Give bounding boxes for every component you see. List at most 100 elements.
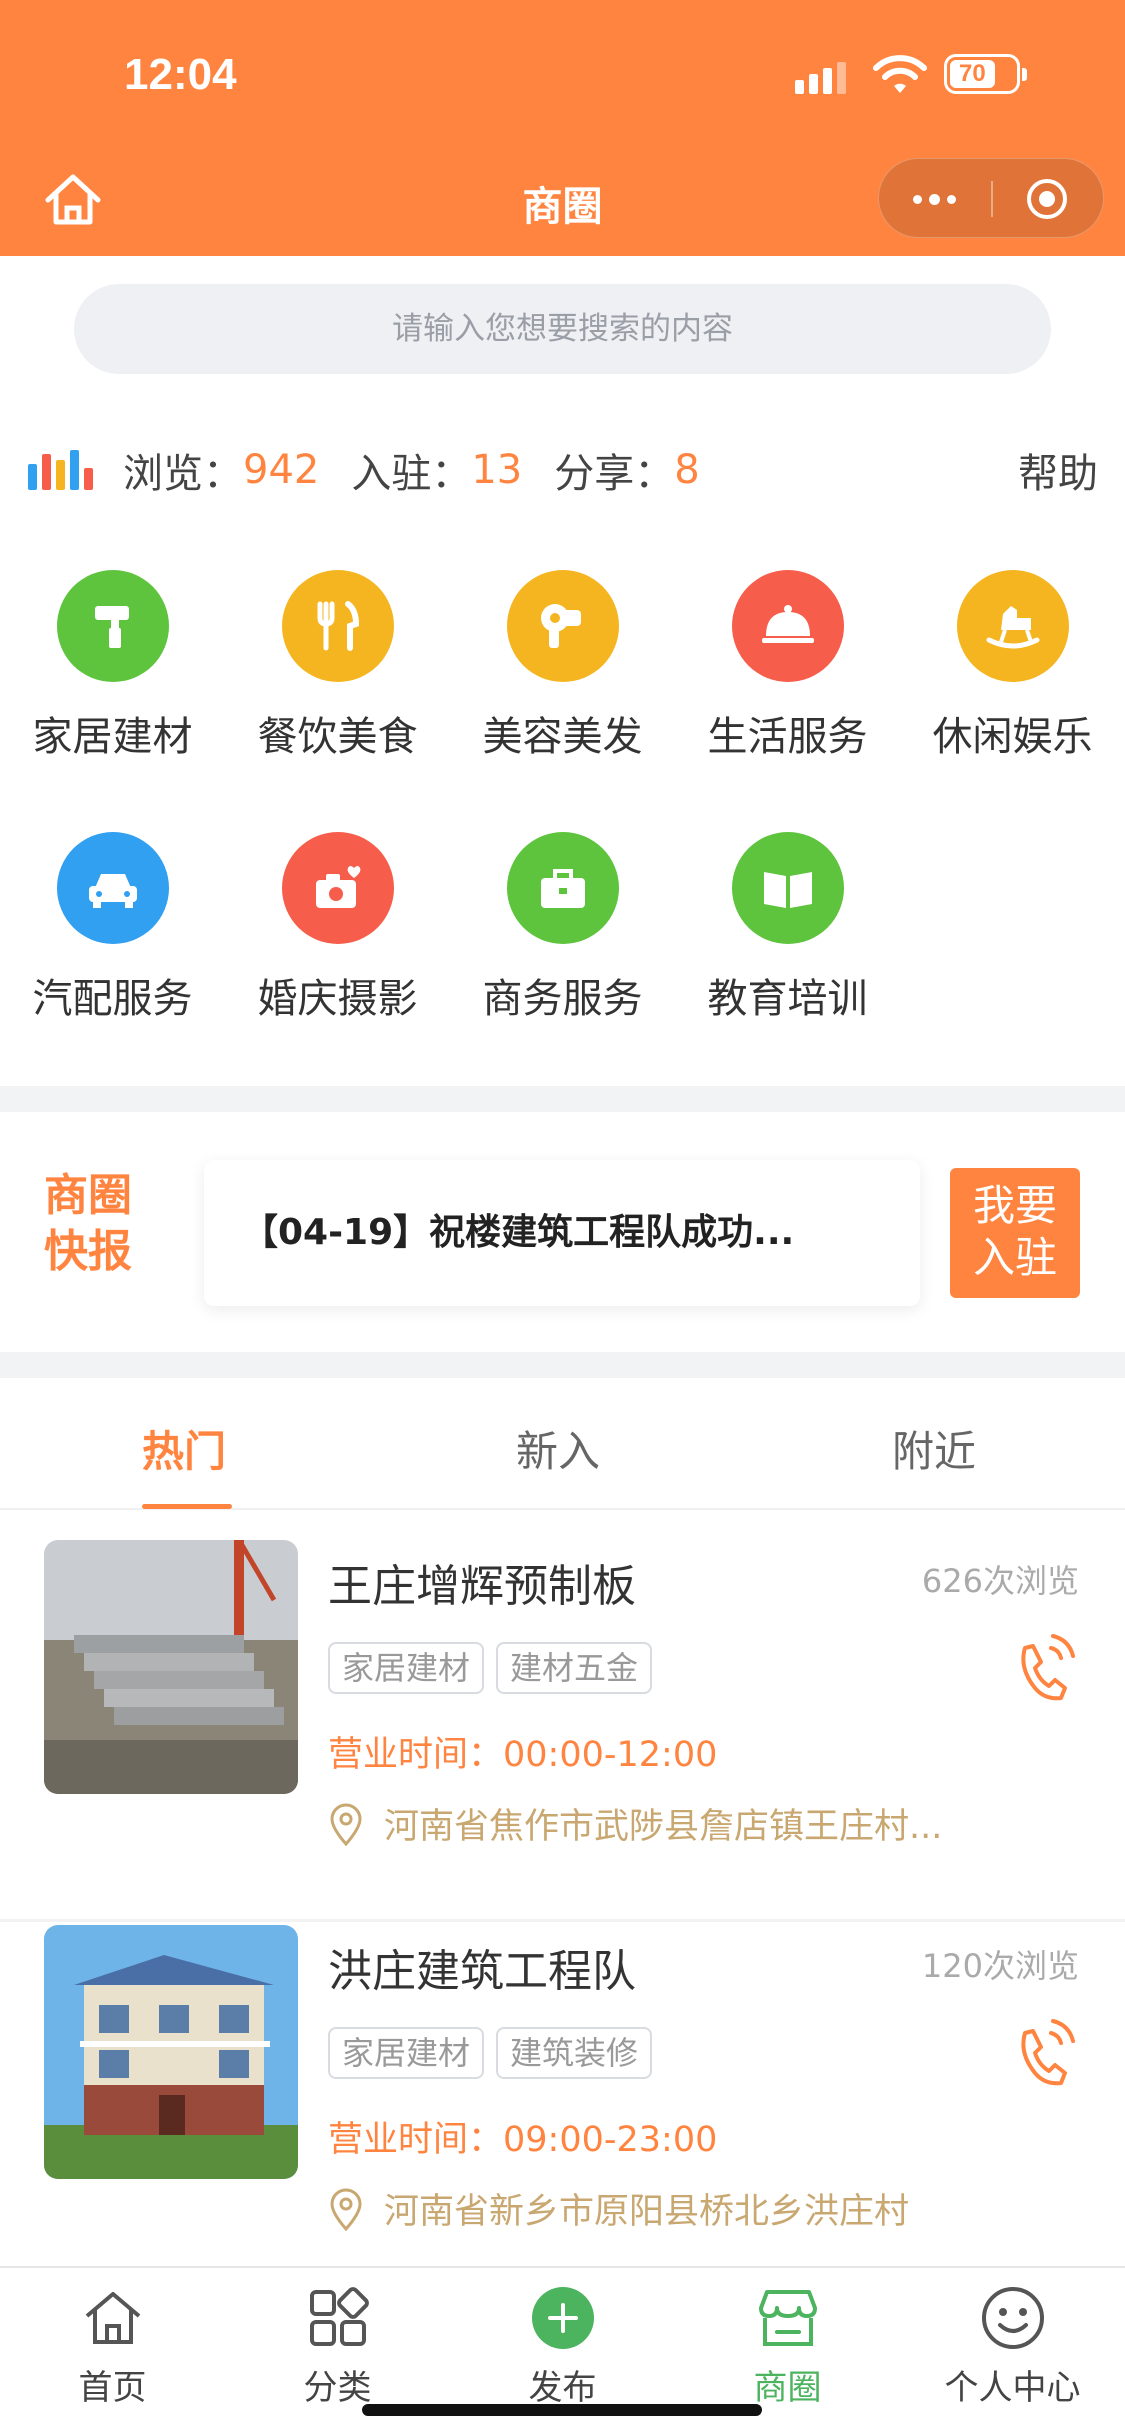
listing-card[interactable]: 洪庄建筑工程队 120次浏览 家居建材 建筑装修 营业时间：09:00-23:0…: [0, 1925, 1125, 2307]
grid-icon: [302, 2282, 374, 2354]
hours-label: 营业时间：: [328, 1735, 504, 1775]
camera-heart-icon: [281, 832, 394, 944]
hours-value: 00:00-12:00: [503, 1735, 718, 1775]
tabbar-business-circle[interactable]: 商圈: [675, 2282, 900, 2409]
news-tag: 商圈 快报: [44, 1168, 132, 1280]
joined-value: 13: [471, 447, 523, 493]
category-home-building[interactable]: 家居建材: [0, 570, 225, 762]
location-pin-icon: [330, 2188, 362, 2231]
book-icon: [731, 832, 844, 944]
paint-roller-icon: [56, 570, 169, 682]
section-divider: [0, 1352, 1125, 1378]
tabbar-home[interactable]: 首页: [0, 2282, 225, 2409]
battery-icon: 70: [944, 54, 1027, 94]
status-time: 12:04: [124, 50, 237, 99]
mini-program-capsule: [878, 158, 1104, 238]
section-divider: [0, 1086, 1125, 1112]
briefcase-icon: [506, 832, 619, 944]
listing-hours: 营业时间：00:00-12:00: [328, 1726, 717, 1777]
cloche-icon: [731, 570, 844, 682]
address-text: 河南省新乡市原阳县桥北乡洪庄村: [384, 2192, 910, 2232]
location-pin-icon: [330, 1803, 362, 1846]
tabbar-label: 个人中心: [944, 2368, 1081, 2408]
listing-tag: 建筑装修: [496, 2027, 653, 2079]
category-auto[interactable]: 汽配服务: [0, 832, 225, 1024]
listing-address: 河南省新乡市原阳县桥北乡洪庄村: [328, 2183, 909, 2234]
category-education[interactable]: 教育培训: [675, 832, 900, 1024]
tabbar-label: 商圈: [753, 2368, 822, 2408]
listing-tag: 建材五金: [496, 1642, 653, 1694]
address-text: 河南省焦作市武陟县詹店镇王庄村...: [384, 1807, 943, 1847]
views-label: 浏览：: [123, 451, 243, 497]
category-label: 生活服务: [707, 714, 868, 760]
target-circle-icon[interactable]: [1027, 179, 1067, 219]
tab-nearby[interactable]: 附近: [892, 1418, 976, 1479]
category-leisure[interactable]: 休闲娱乐: [900, 570, 1125, 762]
category-label: 汽配服务: [32, 976, 193, 1022]
join-button[interactable]: 我要 入驻: [950, 1168, 1080, 1298]
join-button-line: 我要: [972, 1181, 1057, 1230]
rocking-horse-icon: [956, 570, 1069, 682]
news-tag-line: 商圈: [44, 1170, 132, 1221]
plus-circle-icon: [527, 2282, 599, 2354]
news-section: 商圈 快报 【04-19】祝楼建筑工程队成功... 我要 入驻: [0, 1112, 1125, 1352]
listing-tabs: 热门 新入 附近: [0, 1380, 1125, 1510]
wifi-icon: [873, 55, 927, 93]
signal-icon: [795, 58, 846, 94]
listing-card[interactable]: 王庄增辉预制板 626次浏览 家居建材 建材五金 营业时间：00:00-12:0…: [0, 1540, 1125, 1922]
hair-dryer-icon: [506, 570, 619, 682]
search-input[interactable]: 请输入您想要搜索的内容: [74, 284, 1051, 374]
bar-chart-icon: [28, 450, 93, 490]
join-button-line: 入驻: [972, 1233, 1057, 1282]
category-label: 商务服务: [482, 976, 643, 1022]
category-life-service[interactable]: 生活服务: [675, 570, 900, 762]
tabbar-label: 发布: [528, 2368, 597, 2408]
smiley-icon: [977, 2282, 1049, 2354]
card-divider: [0, 1919, 1125, 1922]
car-icon: [56, 832, 169, 944]
listing-name: 王庄增辉预制板: [328, 1561, 636, 1612]
phone-icon[interactable]: [1011, 2015, 1077, 2091]
listing-photo: [44, 1925, 298, 2179]
tab-new[interactable]: 新入: [516, 1418, 600, 1479]
category-label: 餐饮美食: [257, 714, 418, 760]
shares-label: 分享：: [554, 451, 675, 497]
tabbar-label: 首页: [78, 2368, 147, 2408]
listing-tags: 家居建材 建材五金: [328, 1642, 653, 1694]
category-label: 教育培训: [707, 976, 868, 1022]
home-indicator: [362, 2404, 762, 2416]
shares-value: 8: [674, 447, 700, 493]
news-headline[interactable]: 【04-19】祝楼建筑工程队成功...: [204, 1160, 920, 1306]
listing-views: 120次浏览: [921, 1947, 1079, 1985]
listing-name: 洪庄建筑工程队: [328, 1946, 636, 1997]
help-link[interactable]: 帮助: [1018, 441, 1098, 499]
listing-views: 626次浏览: [921, 1562, 1079, 1600]
tab-hot[interactable]: 热门: [142, 1418, 226, 1479]
home-icon: [77, 2282, 149, 2354]
news-tag-line: 快报: [44, 1226, 132, 1277]
listing-tag: 家居建材: [328, 1642, 485, 1694]
category-food[interactable]: 餐饮美食: [225, 570, 450, 762]
category-wedding-photo[interactable]: 婚庆摄影: [225, 832, 450, 1024]
fork-knife-icon: [281, 570, 394, 682]
tabbar-publish[interactable]: 发布: [450, 2282, 675, 2409]
category-beauty[interactable]: 美容美发: [450, 570, 675, 762]
category-label: 婚庆摄影: [257, 976, 418, 1022]
tabbar-profile[interactable]: 个人中心: [900, 2282, 1125, 2409]
more-dots-icon[interactable]: [913, 194, 956, 205]
tabbar-label: 分类: [303, 2368, 372, 2408]
header-bar: 12:04 70 商圈: [0, 0, 1125, 256]
category-business[interactable]: 商务服务: [450, 832, 675, 1024]
listing-tags: 家居建材 建筑装修: [328, 2027, 653, 2079]
tab-underline: [142, 1504, 232, 1509]
hours-value: 09:00-23:00: [503, 2120, 718, 2160]
listing-tag: 家居建材: [328, 2027, 485, 2079]
capsule-divider: [991, 181, 993, 217]
views-value: 942: [243, 447, 320, 493]
joined-label: 入驻：: [351, 451, 472, 497]
listing-hours: 营业时间：09:00-23:00: [328, 2111, 717, 2162]
battery-level: 70: [950, 60, 995, 88]
category-label: 家居建材: [32, 714, 193, 760]
phone-icon[interactable]: [1011, 1630, 1077, 1706]
tabbar-category[interactable]: 分类: [225, 2282, 450, 2409]
